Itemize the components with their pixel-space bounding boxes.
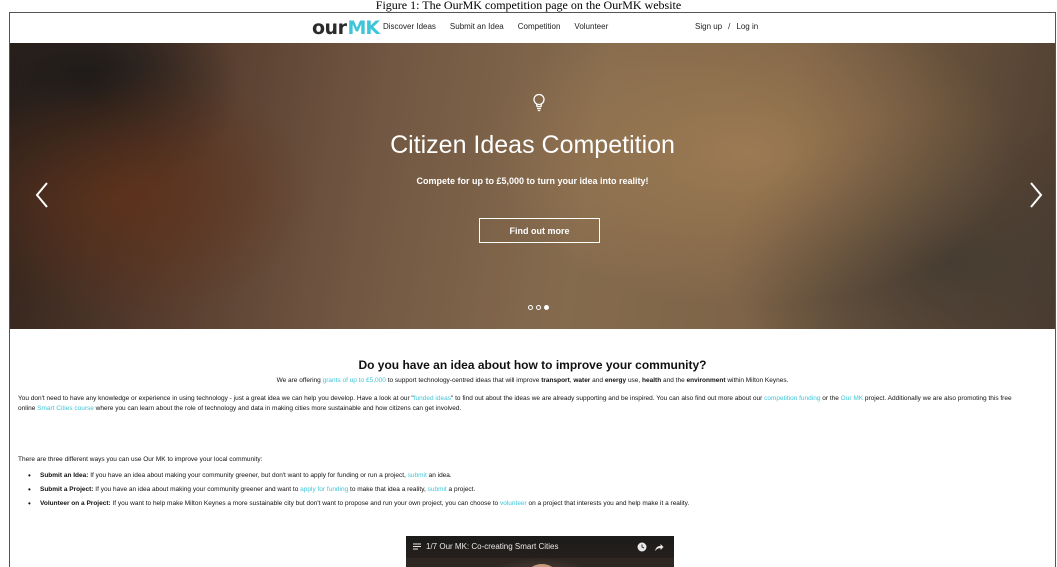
nav-links: Discover Ideas Submit an Idea Competitio… xyxy=(383,22,608,31)
description-paragraph: You don't need to have any knowledge or … xyxy=(18,394,1018,413)
intro-text: We are offering grants of up to £5,000 t… xyxy=(10,377,1055,384)
submit-idea-link[interactable]: submit xyxy=(408,472,427,479)
intro-bold-health: health xyxy=(642,377,662,384)
intro-bold-water: water xyxy=(573,377,591,384)
carousel-dot[interactable] xyxy=(528,305,533,310)
bullet-text: If you want to help make Milton Keynes a… xyxy=(110,500,500,507)
main-content: Do you have an idea about how to improve… xyxy=(10,329,1055,567)
submit-project-link[interactable]: submit xyxy=(428,486,447,493)
find-out-more-button[interactable]: Find out more xyxy=(479,218,600,243)
carousel-dot-active[interactable] xyxy=(544,305,549,310)
bullet-label: Submit a Project: xyxy=(40,486,94,493)
browser-page: our MK Discover Ideas Submit an Idea Com… xyxy=(9,12,1056,567)
hero-background-image xyxy=(10,43,1055,329)
section-heading: Do you have an idea about how to improve… xyxy=(358,358,707,372)
intro-bold-transport: transport xyxy=(541,377,570,384)
nav-competition[interactable]: Competition xyxy=(518,22,561,31)
apply-for-funding-link[interactable]: apply for funding xyxy=(300,486,348,493)
hero-title: Citizen Ideas Competition xyxy=(390,131,675,159)
bullet-text: If you have an idea about making your co… xyxy=(93,486,301,493)
ourmk-logo[interactable]: our MK xyxy=(312,15,380,39)
bullet-label: Volunteer on a Project: xyxy=(40,500,111,507)
intro-text-part: We are offering xyxy=(276,377,323,384)
funded-ideas-link[interactable]: funded ideas xyxy=(414,395,451,402)
auth-separator: / xyxy=(728,22,731,31)
nav-discover-ideas[interactable]: Discover Ideas xyxy=(383,22,436,31)
video-embed[interactable]: 1/7 Our MK: Co-creating Smart Cities xyxy=(406,536,674,567)
logo-text-our: our xyxy=(312,17,347,39)
share-icon[interactable] xyxy=(654,542,664,552)
carousel-prev-arrow-icon[interactable] xyxy=(34,181,50,209)
list-item-submit-idea: Submit an Idea: If you have an idea abou… xyxy=(28,472,689,486)
carousel-indicators xyxy=(528,305,549,310)
list-item-volunteer: Volunteer on a Project: If you want to h… xyxy=(28,500,689,514)
intro-text-part: and the xyxy=(661,377,687,384)
bullet-text: to make that idea a reality, xyxy=(348,486,428,493)
intro-text-part: within Milton Keynes. xyxy=(725,377,789,384)
intro-text-part: use, xyxy=(626,377,643,384)
ways-intro: There are three different ways you can u… xyxy=(18,456,263,463)
paragraph-text-part: where you can learn about the role of te… xyxy=(93,404,462,412)
bullet-label: Submit an Idea: xyxy=(40,472,89,479)
bullet-text: If you have an idea about making your co… xyxy=(88,472,408,479)
signup-link[interactable]: Sign up xyxy=(695,22,722,31)
paragraph-text-part: You don't need to have any knowledge or … xyxy=(18,395,414,402)
intro-bold-energy: energy xyxy=(604,377,627,384)
list-item-submit-project: Submit a Project: If you have an idea ab… xyxy=(28,486,689,500)
clock-icon[interactable] xyxy=(637,542,647,552)
hero-subtitle: Compete for up to £5,000 to turn your id… xyxy=(416,176,649,186)
video-title[interactable]: 1/7 Our MK: Co-creating Smart Cities xyxy=(426,542,558,551)
logo-text-mk: MK xyxy=(347,17,380,39)
intro-bold-environment: environment xyxy=(686,377,726,384)
nav-volunteer[interactable]: Volunteer xyxy=(574,22,608,31)
carousel-dot[interactable] xyxy=(536,305,541,310)
competition-funding-link[interactable]: competition funding xyxy=(764,395,820,402)
volunteer-link[interactable]: volunteer xyxy=(500,500,527,507)
bullet-text: a project. xyxy=(446,486,476,493)
playlist-icon[interactable] xyxy=(413,543,421,550)
our-mk-link[interactable]: Our MK xyxy=(841,395,863,402)
paragraph-text-part: " to find out about the ideas we are alr… xyxy=(450,395,765,402)
carousel-next-arrow-icon[interactable] xyxy=(1028,181,1044,209)
top-nav: our MK Discover Ideas Submit an Idea Com… xyxy=(10,13,1055,43)
hero-carousel: Citizen Ideas Competition Compete for up… xyxy=(10,43,1055,329)
smart-cities-course-link[interactable]: Smart Cities course xyxy=(37,405,94,412)
lightbulb-icon xyxy=(533,93,545,112)
bullet-text: on a project that interests you and help… xyxy=(526,500,690,507)
intro-text-part: and xyxy=(590,377,605,384)
intro-text-part: to support technology-centred ideas that… xyxy=(385,377,542,384)
auth-links: Sign up / Log in xyxy=(695,22,758,31)
bullet-text: an idea. xyxy=(426,472,452,479)
nav-submit-idea[interactable]: Submit an Idea xyxy=(450,22,504,31)
ways-list: Submit an Idea: If you have an idea abou… xyxy=(28,472,689,514)
grants-link[interactable]: grants of up to £5,000 xyxy=(323,377,386,384)
login-link[interactable]: Log in xyxy=(736,22,758,31)
paragraph-text-part: or the xyxy=(820,395,841,402)
